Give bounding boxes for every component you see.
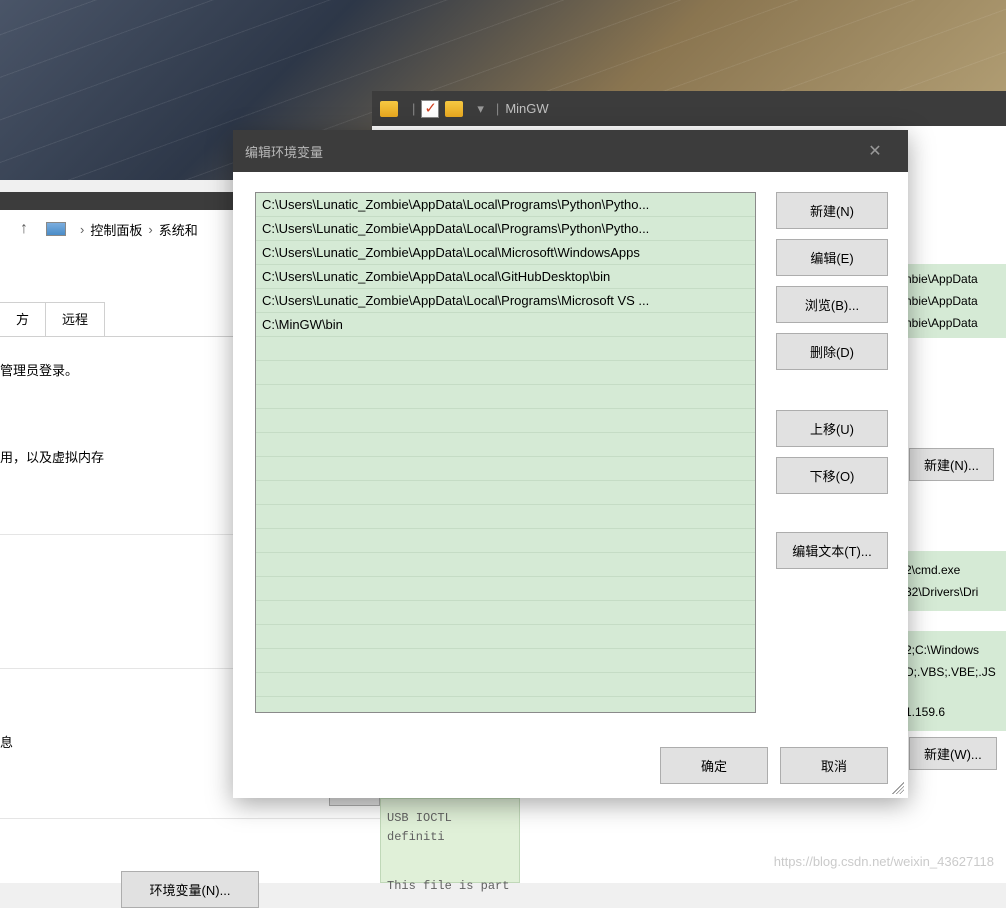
path-item[interactable]: C:\Users\Lunatic_Zombie\AppData\Local\Gi… (256, 265, 755, 289)
path-item-blank[interactable] (256, 529, 755, 553)
delete-button[interactable]: 删除(D) (776, 333, 888, 370)
path-item-blank[interactable] (256, 433, 755, 457)
tab-remote[interactable]: 远程 (45, 302, 105, 336)
editor-preview: USB IOCTL definiti This file is part (380, 798, 520, 883)
edit-environment-variable-dialog: 编辑环境变量 ✕ C:\Users\Lunatic_Zombie\AppData… (233, 130, 908, 798)
envvar-background-panel: nbie\AppData nbie\AppData nbie\AppData 新… (901, 240, 1006, 883)
ok-button[interactable]: 确定 (660, 747, 768, 784)
folder-icon (445, 101, 463, 117)
new-button[interactable]: 新建(N) (776, 192, 888, 229)
list-item: nbie\AppData (901, 268, 1006, 290)
background-list: nbie\AppData nbie\AppData nbie\AppData (901, 264, 1006, 338)
path-item-blank[interactable] (256, 649, 755, 673)
path-item-blank[interactable] (256, 457, 755, 481)
path-item-blank[interactable] (256, 625, 755, 649)
computer-icon (46, 222, 66, 236)
dialog-footer: 确定 取消 (255, 733, 888, 784)
path-item-blank[interactable] (256, 481, 755, 505)
new-w-button[interactable]: 新建(W)... (909, 737, 997, 770)
edit-button[interactable]: 编辑(E) (776, 239, 888, 276)
chevron-right-icon: › (80, 222, 84, 237)
path-item[interactable]: C:\Users\Lunatic_Zombie\AppData\Local\Pr… (256, 193, 755, 217)
path-item-blank[interactable] (256, 673, 755, 697)
explorer-titlebar[interactable]: | ▾ | MinGW (372, 91, 1006, 126)
move-down-button[interactable]: 下移(O) (776, 457, 888, 494)
breadcrumb-item[interactable]: 系统和 (159, 220, 198, 239)
text-line: 2\cmd.exe (905, 559, 1002, 581)
explorer-title: MinGW (505, 101, 548, 116)
browse-button[interactable]: 浏览(B)... (776, 286, 888, 323)
path-item[interactable]: C:\Users\Lunatic_Zombie\AppData\Local\Pr… (256, 217, 755, 241)
path-item-blank[interactable] (256, 505, 755, 529)
cancel-button[interactable]: 取消 (780, 747, 888, 784)
text-line: 2;C:\Windows (905, 639, 1002, 661)
background-text: 2;C:\Windows D;.VBS;.VBE;.JS 1.159.6 (901, 631, 1006, 731)
path-item-blank[interactable] (256, 553, 755, 577)
text-line: D;.VBS;.VBE;.JS (905, 661, 1002, 683)
background-text: 2\cmd.exe 32\Drivers\Dri (901, 551, 1006, 611)
text-line: 32\Drivers\Dri (905, 581, 1002, 603)
separator: | (412, 101, 415, 116)
folder-icon (380, 101, 398, 117)
chevron-right-icon: › (148, 222, 152, 237)
path-item-blank[interactable] (256, 337, 755, 361)
move-up-button[interactable]: 上移(U) (776, 410, 888, 447)
path-item-blank[interactable] (256, 577, 755, 601)
list-item: nbie\AppData (901, 290, 1006, 312)
path-item-blank[interactable] (256, 385, 755, 409)
path-item[interactable]: C:\Users\Lunatic_Zombie\AppData\Local\Mi… (256, 241, 755, 265)
path-item[interactable]: C:\MinGW\bin (256, 313, 755, 337)
text-line: 1.159.6 (905, 701, 1002, 723)
path-item-blank[interactable] (256, 601, 755, 625)
check-icon (421, 100, 439, 118)
close-icon[interactable]: ✕ (854, 141, 896, 161)
watermark: https://blog.csdn.net/weixin_43627118 (774, 854, 994, 869)
tab-partial[interactable]: 方 (0, 302, 46, 336)
path-item-blank[interactable] (256, 409, 755, 433)
dropdown-icon[interactable]: ▾ (477, 101, 484, 117)
breadcrumb[interactable]: ↑ › 控制面板 › 系统和 (0, 210, 233, 248)
edit-text-button[interactable]: 编辑文本(T)... (776, 532, 888, 569)
code-line: USB IOCTL definiti (387, 809, 513, 847)
environment-variables-button[interactable]: 环境变量(N)... (121, 871, 260, 908)
dialog-side-buttons: 新建(N) 编辑(E) 浏览(B)... 删除(D) 上移(U) 下移(O) 编… (776, 192, 888, 713)
new-n-button[interactable]: 新建(N)... (909, 448, 994, 481)
dialog-titlebar[interactable]: 编辑环境变量 ✕ (233, 130, 908, 172)
path-item-blank[interactable] (256, 361, 755, 385)
code-line: This file is part (387, 877, 513, 896)
list-item: nbie\AppData (901, 312, 1006, 334)
up-arrow-icon[interactable]: ↑ (20, 220, 28, 238)
dialog-title: 编辑环境变量 (245, 142, 854, 161)
path-item[interactable]: C:\Users\Lunatic_Zombie\AppData\Local\Pr… (256, 289, 755, 313)
path-listbox[interactable]: C:\Users\Lunatic_Zombie\AppData\Local\Pr… (255, 192, 756, 713)
breadcrumb-item[interactable]: 控制面板 (90, 220, 142, 239)
separator: | (496, 101, 499, 116)
resize-grip-icon[interactable] (892, 782, 904, 794)
